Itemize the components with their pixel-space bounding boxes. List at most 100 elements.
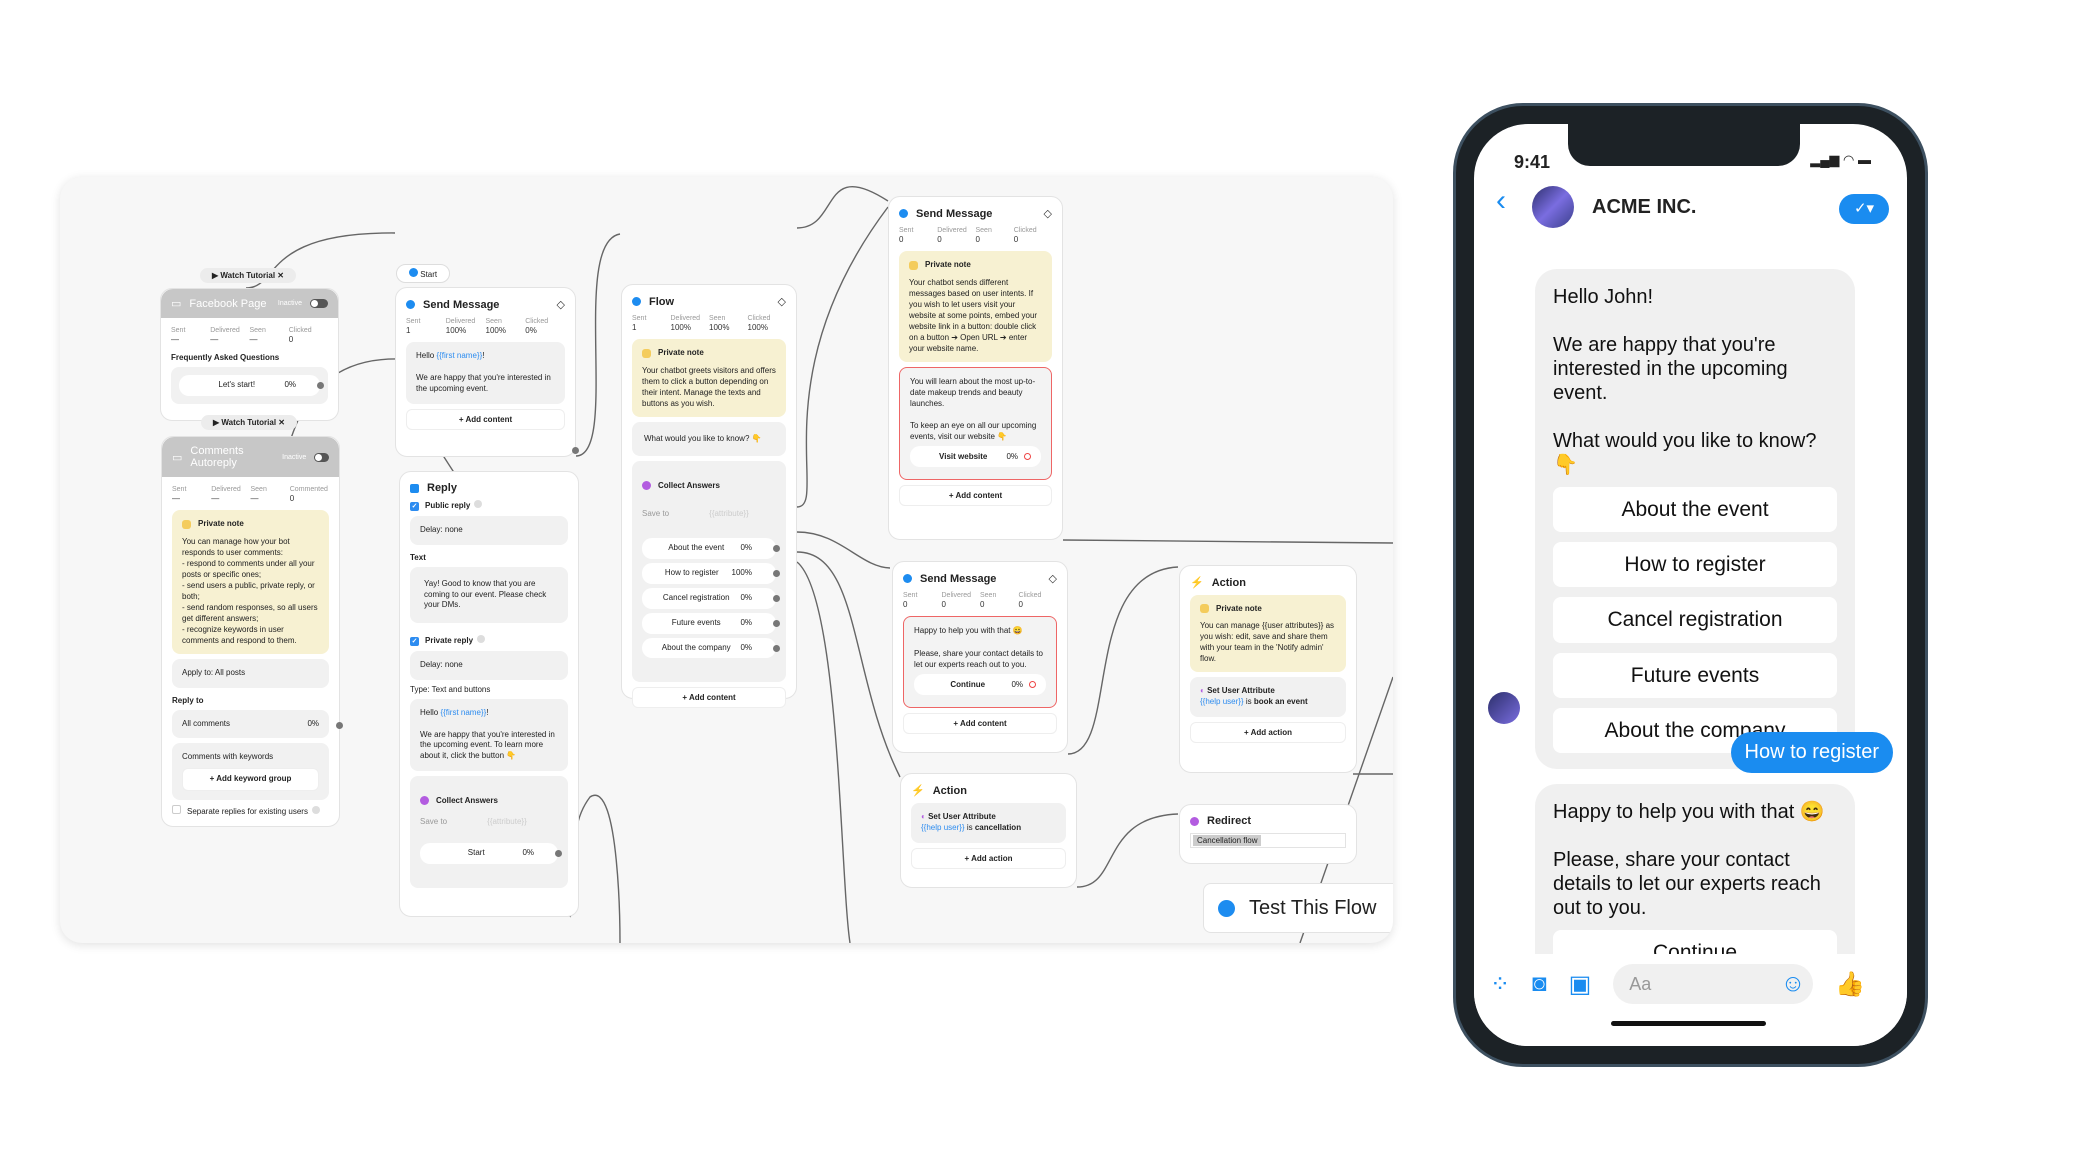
action-node[interactable]: ⚡ Action Private note You can manage {{use… (1179, 565, 1357, 773)
delay-field[interactable]: Delay: none (410, 651, 568, 680)
unconnected-handle[interactable] (1024, 452, 1031, 460)
add-content-button[interactable]: + Add content (903, 712, 1057, 734)
flow-button[interactable]: About the company 0% (642, 637, 780, 659)
continue-button[interactable]: Continue 0% (914, 673, 1046, 695)
status-icons: ▂▄▆ ◠ ▬ (1810, 152, 1871, 167)
flow-button[interactable]: About the event 0% (642, 538, 780, 560)
flow-button[interactable]: How to register 100% (642, 563, 780, 585)
tag-icon[interactable]: ◇ (778, 295, 786, 308)
all-comments-row[interactable]: All comments 0% (172, 709, 343, 739)
test-this-flow-button[interactable]: Test This Flow (1203, 883, 1393, 933)
add-action-button[interactable]: + Add action (911, 847, 1066, 869)
message-input[interactable]: Aa ☺ (1613, 964, 1814, 1004)
body-text: We are happy that you're interested in t… (416, 373, 551, 393)
connector-handle[interactable] (773, 619, 780, 627)
node-title: Send Message (916, 207, 993, 220)
comments-autoreply-node[interactable]: ▭ Comments Autoreply Inactive Sent — Deliver… (161, 436, 343, 827)
quick-reply-about-event[interactable]: About the event (1553, 487, 1837, 533)
watch-tutorial-button[interactable]: ▶ Watch Tutorial ✕ (201, 415, 297, 430)
set-user-attribute-block[interactable]: ◐ Set User Attribute {{help user}} is boo… (1190, 677, 1346, 717)
connector-handle[interactable] (773, 594, 780, 602)
lets-start-button[interactable]: Let's start! 0% (179, 375, 324, 397)
private-reply-text[interactable]: Hello {{first name}}! We are happy that y… (410, 698, 568, 771)
type-value[interactable]: Text and buttons (432, 685, 491, 694)
message-text[interactable]: Happy to help you with that 😄 Please, sh… (903, 616, 1057, 708)
delay-field[interactable]: Delay: none (410, 516, 568, 545)
watch-tutorial-label: Watch Tutorial (220, 271, 276, 280)
reply-node[interactable]: Reply ✓ Public reply Delay: none Text Yay… (399, 471, 579, 917)
facebook-page-node[interactable]: ▭ Facebook Page Inactive Sent — Delivered — Se… (160, 288, 339, 421)
connector-handle[interactable] (773, 570, 780, 578)
connector-handle[interactable] (555, 849, 562, 857)
set-user-attribute-block[interactable]: ◐ Set User Attribute {{help user}} is can… (911, 803, 1066, 843)
quick-reply-how-to-register[interactable]: How to register (1553, 542, 1837, 588)
apps-icon[interactable]: ⁘ (1490, 970, 1510, 999)
redirect-target[interactable]: Cancellation flow (1193, 835, 1262, 846)
tag-icon[interactable]: ◇ (1049, 572, 1057, 585)
public-reply-text[interactable]: Yay! Good to know that you are coming to… (410, 566, 568, 624)
stat-value: 100% (445, 326, 467, 336)
connector-handle[interactable] (773, 545, 780, 553)
button-pct: 0% (1011, 679, 1023, 689)
camera-icon[interactable]: ◙ (1532, 970, 1547, 998)
redirect-node[interactable]: Redirect Cancellation flow (1179, 804, 1357, 864)
add-content-button[interactable]: + Add content (899, 484, 1052, 506)
attribute-field[interactable]: {{attribute}} (487, 817, 527, 828)
message-icon (632, 297, 641, 306)
collect-answers-icon (642, 481, 651, 491)
private-reply-checkbox[interactable]: ✓ (410, 637, 419, 647)
tag-icon[interactable]: ◇ (557, 298, 565, 311)
stats-row: Sent — Delivered — Seen — Clicked 0 (171, 326, 328, 345)
send-message-node[interactable]: Send Message ◇ Sent 1 Delivered 100% Seen 100%… (395, 287, 579, 457)
watch-tutorial-button[interactable]: ▶ Watch Tutorial ✕ (200, 268, 296, 283)
flow-button[interactable]: Future events 0% (642, 612, 780, 634)
tag-icon[interactable]: ◇ (1044, 207, 1052, 220)
quick-reply-future-events[interactable]: Future events (1553, 652, 1837, 698)
send-message-node[interactable]: Send Message ◇ Sent 0 Delivered 0 Seen 0 Clicke… (888, 196, 1063, 540)
message-text[interactable]: You will learn about the most up-to-date… (899, 366, 1052, 480)
back-icon[interactable]: ‹ (1496, 184, 1506, 218)
start-button[interactable]: Start 0% (420, 842, 562, 864)
visit-website-button[interactable]: Visit website 0% (910, 445, 1041, 467)
add-action-button[interactable]: + Add action (1190, 721, 1346, 743)
add-keyword-group-button[interactable]: + Add keyword group (182, 768, 319, 792)
flow-builder-canvas[interactable]: ▶ Watch Tutorial ✕ ▭ Facebook Page Inactiv… (60, 177, 1393, 943)
stat-value: 0 (980, 600, 985, 610)
attribute-field[interactable]: {{attribute}} (709, 509, 749, 520)
status-label: Inactive (282, 453, 307, 461)
add-content-button[interactable]: + Add content (632, 687, 786, 709)
message-text[interactable]: Hello {{first name}}! We are happy that y… (406, 342, 565, 404)
active-toggle[interactable] (310, 299, 328, 308)
flow-node[interactable]: Flow ◇ Sent 1 Delivered 100% Seen 100% Clicked 1… (621, 284, 797, 709)
public-reply-checkbox[interactable]: ✓ (410, 502, 419, 511)
connector-handle[interactable] (317, 382, 324, 390)
hello-text: Hello (420, 707, 441, 717)
separate-replies-checkbox[interactable] (172, 805, 181, 815)
private-note: Private note Your chatbot greets visitors… (632, 339, 786, 417)
text-label: Text (410, 552, 426, 562)
quick-reply-cancel-registration[interactable]: Cancel registration (1553, 597, 1837, 643)
unconnected-handle[interactable] (1029, 680, 1036, 688)
question-text[interactable]: What would you like to know? 👇 (632, 421, 786, 457)
stat-label: Seen (975, 227, 992, 234)
attribute-value: book an event (1253, 696, 1308, 706)
gallery-icon[interactable]: ▣ (1569, 970, 1592, 999)
hello-text: Hello (416, 351, 437, 361)
verified-dropdown-button[interactable]: ✓▾ (1839, 194, 1889, 224)
flow-button[interactable]: Cancel registration 0% (642, 588, 780, 609)
apply-to-field[interactable]: Apply to: All posts (172, 658, 329, 688)
active-toggle[interactable] (314, 452, 329, 462)
send-message-node[interactable]: Send Message ◇ Sent 0 Delivered 0 Seen 0 Clicke… (892, 561, 1068, 753)
action-title: Set User Attribute (928, 812, 996, 821)
action-node[interactable]: ⚡ Action ◐ Set User Attribute {{help user}… (900, 773, 1077, 888)
emoji-icon[interactable]: ☺ (1781, 964, 1806, 1004)
stat-value: 0 (1018, 600, 1023, 610)
note-title: Private note (925, 260, 971, 270)
connector-handle[interactable] (773, 644, 780, 652)
add-content-button[interactable]: + Add content (406, 408, 565, 430)
connector-handle[interactable] (572, 447, 579, 454)
start-label: Start (420, 270, 438, 279)
thumbs-up-icon[interactable]: 👍 (1835, 970, 1865, 999)
stat-label: Delivered (937, 227, 967, 234)
connector-handle[interactable] (336, 721, 343, 729)
